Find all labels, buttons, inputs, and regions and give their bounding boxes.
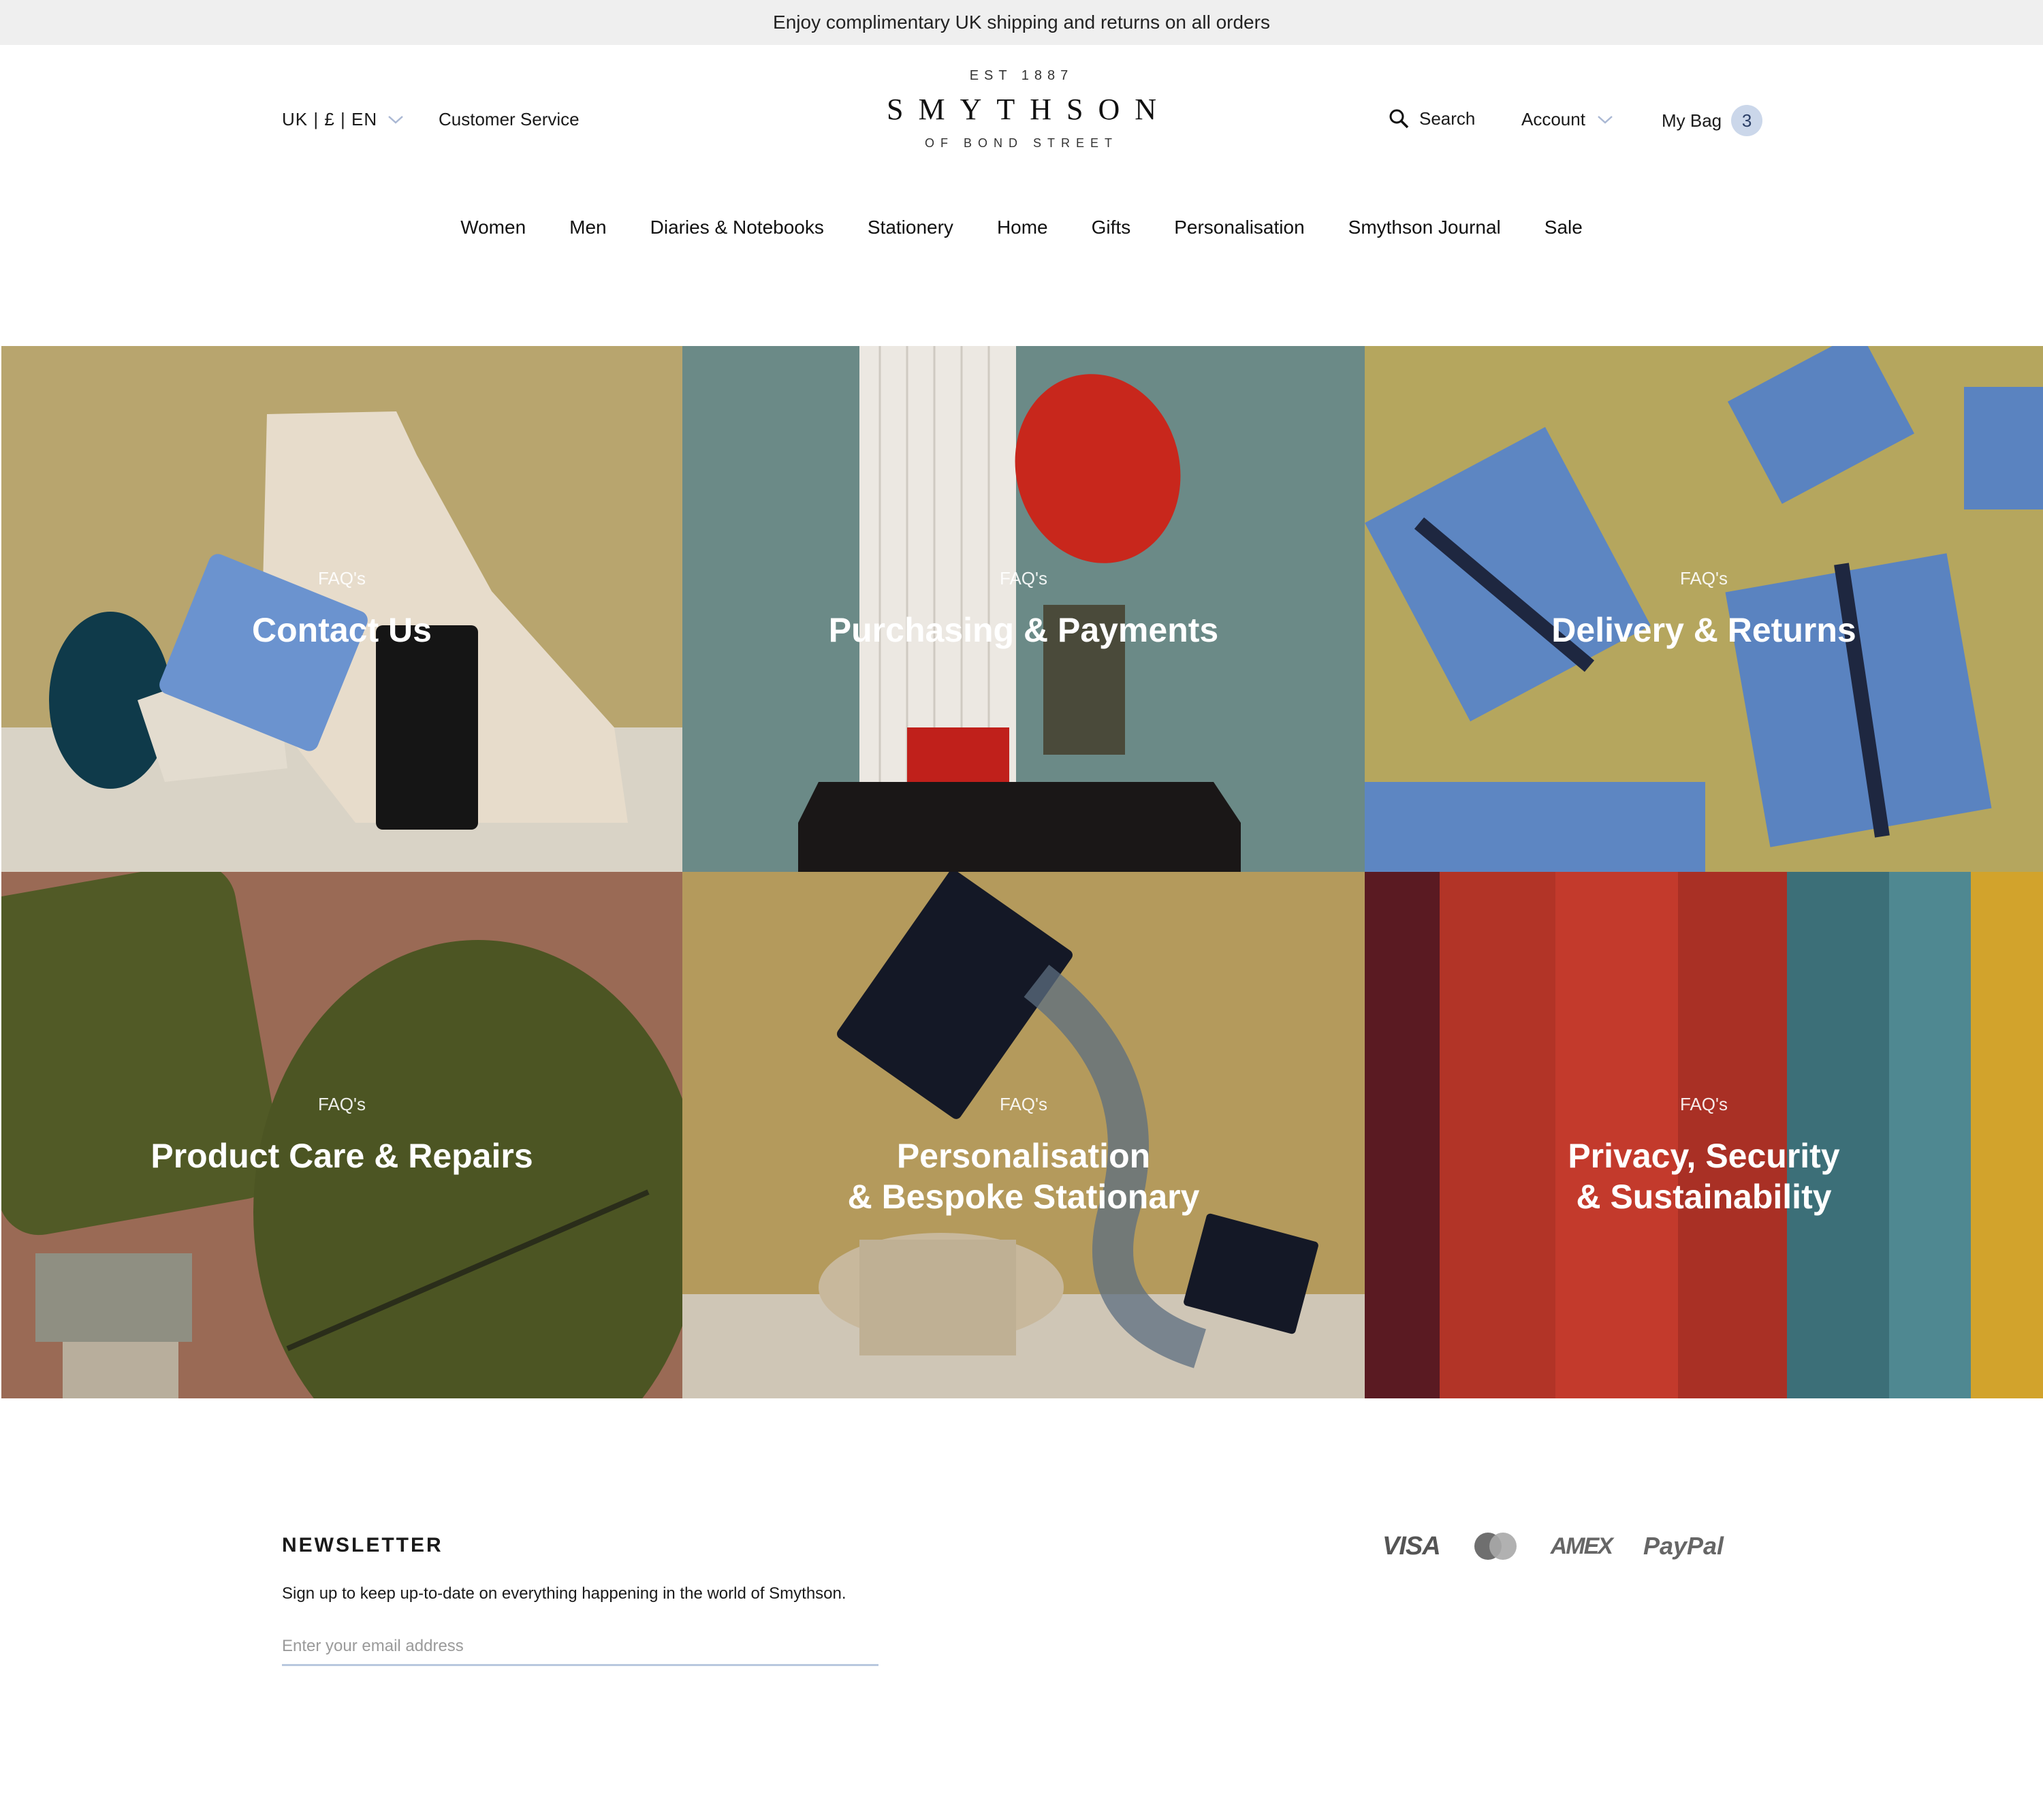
logo-brand: SMYTHSON [886,93,1172,126]
tile-eyebrow: FAQ's [318,1094,366,1114]
locale-selector[interactable]: UK | £ | EN [282,109,405,130]
faq-grid: FAQ's Contact Us FAQ's Purchasing & Paym… [1,346,2043,1398]
logo-sub: OF BOND STREET [924,136,1118,150]
newsletter-section: NEWSLETTER Sign up to keep up-to-date on… [282,1534,881,1666]
tile-title: Personalisation & Bespoke Stationary [847,1137,1200,1216]
announcement-bar: Enjoy complimentary UK shipping and retu… [0,0,2043,45]
main-nav: Women Men Diaries & Notebooks Stationery… [0,217,2043,238]
chevron-down-icon [1598,115,1613,124]
chevron-down-icon [388,115,403,124]
customer-service-link[interactable]: Customer Service [439,109,580,130]
faq-tile-contact-us[interactable]: FAQ's Contact Us [1,346,682,872]
nav-item-diaries-notebooks[interactable]: Diaries & Notebooks [650,217,824,238]
faq-tile-purchasing-payments[interactable]: FAQ's Purchasing & Payments [682,346,1365,872]
paypal-logo: PayPal [1643,1532,1724,1560]
tile-eyebrow: FAQ's [318,568,366,589]
faq-tile-delivery-returns[interactable]: FAQ's Delivery & Returns [1365,346,2043,872]
tile-title: Privacy, Security & Sustainability [1568,1137,1840,1216]
locale-label: UK | £ | EN [282,109,378,129]
faq-tile-personalisation-bespoke[interactable]: FAQ's Personalisation & Bespoke Stationa… [682,872,1365,1398]
tile-title: Delivery & Returns [1551,611,1856,649]
search-icon [1389,109,1409,129]
newsletter-email-input[interactable] [282,1628,878,1666]
payment-methods: VISA AMEX PayPal [1382,1531,1724,1561]
my-bag-button[interactable]: My Bag 3 [1662,105,1763,136]
site-logo[interactable]: EST 1887 SMYTHSON OF BOND STREET [851,68,1192,151]
nav-item-smythson-journal[interactable]: Smythson Journal [1348,217,1501,238]
nav-item-women[interactable]: Women [460,217,526,238]
faq-tile-privacy-security-sustainability[interactable]: FAQ's Privacy, Security & Sustainability [1365,872,2043,1398]
announcement-text: Enjoy complimentary UK shipping and retu… [773,12,1270,33]
tile-image [1365,346,2043,872]
faq-tile-product-care-repairs[interactable]: FAQ's Product Care & Repairs [1,872,682,1398]
nav-item-personalisation[interactable]: Personalisation [1174,217,1304,238]
tile-eyebrow: FAQ's [1000,1094,1047,1114]
account-menu[interactable]: Account [1521,109,1614,130]
nav-item-men[interactable]: Men [569,217,606,238]
site-header: UK | £ | EN Customer Service EST 1887 SM… [0,45,2043,168]
nav-item-home[interactable]: Home [997,217,1048,238]
nav-item-sale[interactable]: Sale [1545,217,1583,238]
tile-eyebrow: FAQ's [1680,568,1728,589]
newsletter-text: Sign up to keep up-to-date on everything… [282,1584,846,1603]
account-label: Account [1521,109,1585,129]
tile-image [682,346,1365,872]
bag-count-badge: 3 [1731,105,1763,136]
search-button[interactable]: Search [1388,108,1475,129]
tile-image [1,346,682,872]
nav-item-stationery[interactable]: Stationery [868,217,953,238]
mastercard-icon [1474,1533,1517,1560]
nav-item-gifts[interactable]: Gifts [1092,217,1131,238]
tile-title: Purchasing & Payments [828,611,1219,649]
tile-eyebrow: FAQ's [1000,568,1047,589]
tile-title: Contact Us [252,611,432,649]
amex-logo: AMEX [1550,1533,1613,1559]
logo-est: EST 1887 [969,68,1074,83]
search-label: Search [1419,108,1476,129]
visa-logo: VISA [1382,1531,1441,1560]
tile-eyebrow: FAQ's [1680,1094,1728,1114]
bag-label: My Bag [1662,110,1722,131]
tile-title: Product Care & Repairs [151,1137,533,1175]
newsletter-heading: NEWSLETTER [282,1534,443,1556]
